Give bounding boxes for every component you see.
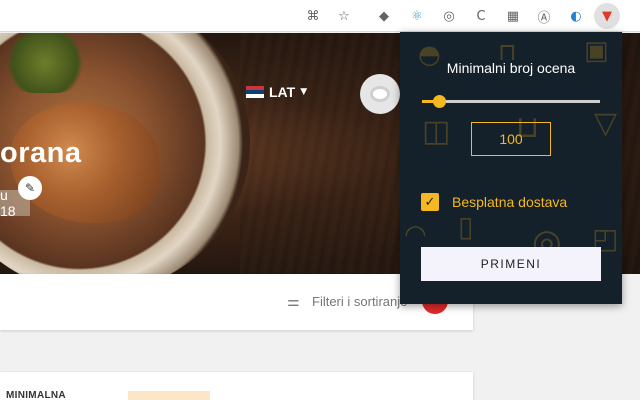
- free-delivery-checkbox[interactable]: ✓: [421, 193, 439, 211]
- minimum-order-label: MINIMALNA: [6, 390, 66, 400]
- edit-button[interactable]: ✎: [18, 176, 42, 200]
- extension-popup: ◓ ⊓ ▣ ◫ ⊔ ▽ ◠ ▯ ◎ ◰ Minimalni broj ocena…: [400, 32, 622, 304]
- extension-c-icon[interactable]: C: [470, 5, 492, 27]
- language-label: LAT: [269, 84, 296, 100]
- info-card: [0, 372, 473, 400]
- extension-bird-icon[interactable]: ◐: [565, 5, 587, 27]
- ublock-shield-icon[interactable]: ◆: [373, 5, 395, 27]
- fries-extension-icon[interactable]: ▼: [594, 3, 620, 29]
- drink-deco-icon: ◫: [422, 114, 451, 149]
- caret-down-icon: ▼: [300, 87, 308, 97]
- language-selector[interactable]: LAT ▼: [246, 84, 307, 100]
- free-delivery-label[interactable]: Besplatna dostava: [452, 194, 567, 210]
- pencil-icon: ✎: [24, 181, 36, 195]
- browser-toolbar: ⌘ ☆ ◆ ⚛ ◎ C ▦ Ⓐ ◐ ▼: [0, 0, 640, 32]
- min-rating-input[interactable]: 100: [471, 122, 551, 156]
- serbia-flag-icon: [246, 86, 264, 98]
- user-avatar[interactable]: [360, 74, 400, 114]
- sliders-icon[interactable]: ⚌: [287, 294, 300, 310]
- food-greens-image: [0, 33, 90, 93]
- filters-sort-button[interactable]: Filteri i sortiranje: [312, 294, 407, 309]
- rating-slider-thumb[interactable]: [433, 95, 447, 108]
- apply-button[interactable]: PRIMENI: [421, 247, 601, 281]
- restaurant-name: orana: [0, 137, 82, 169]
- extension-swirl-icon[interactable]: ◎: [438, 5, 460, 27]
- taco-deco-icon: ◠: [404, 220, 427, 250]
- rating-slider-track[interactable]: [422, 100, 600, 103]
- tag-badge: [128, 391, 210, 400]
- popsicle-deco-icon: ▯: [458, 210, 474, 243]
- extension-grid-icon[interactable]: ▦: [502, 5, 524, 27]
- extension-a-icon[interactable]: Ⓐ: [533, 5, 555, 27]
- icecream-deco-icon: ▽: [594, 106, 618, 141]
- check-icon: ✓: [424, 194, 436, 210]
- star-icon[interactable]: ☆: [333, 5, 355, 27]
- react-devtools-icon[interactable]: ⚛: [406, 5, 428, 27]
- avatar-icon: [370, 86, 390, 102]
- popup-title: Minimalni broj ocena: [446, 60, 576, 76]
- translate-icon[interactable]: ⌘: [302, 5, 324, 27]
